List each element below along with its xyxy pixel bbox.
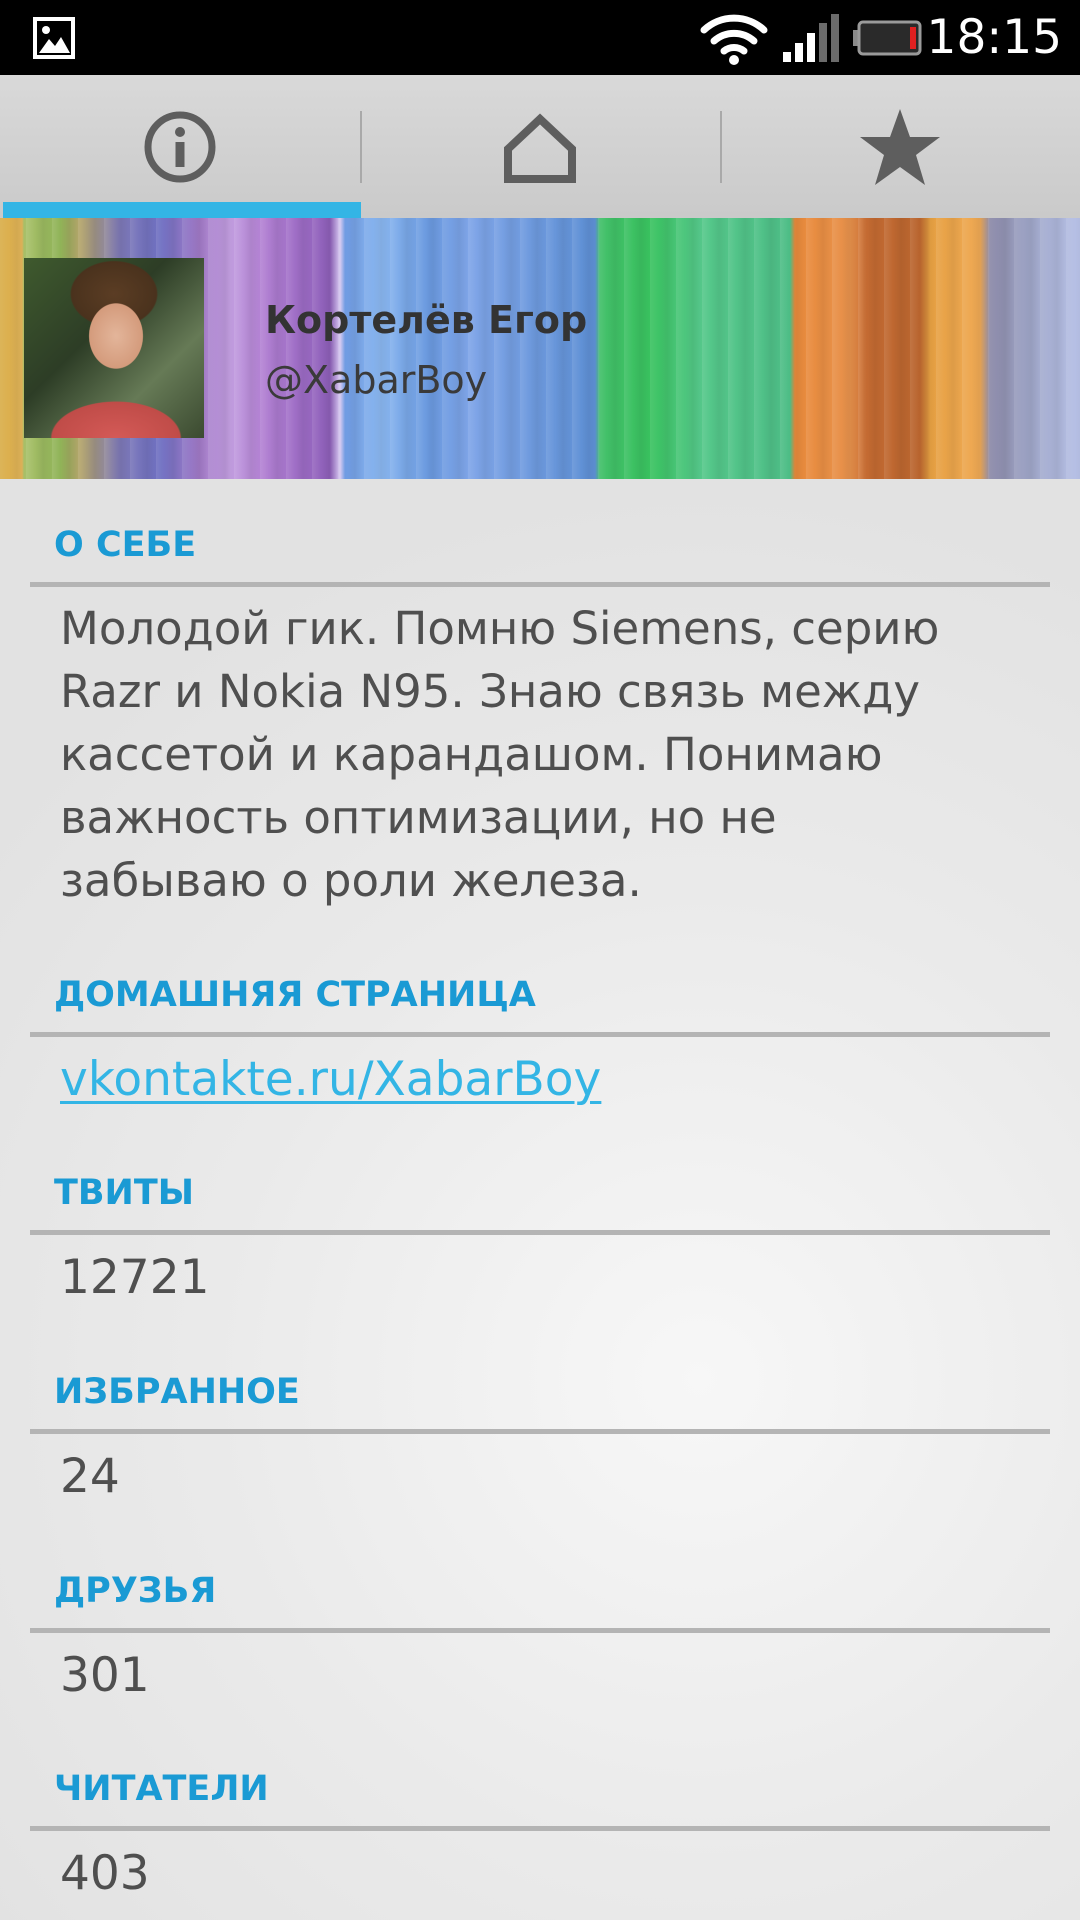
about-divider [30,582,1050,587]
about-text: Молодой гик. Помню Siemens, серию Razr и… [60,597,1035,912]
battery-icon [853,20,922,56]
home-icon [504,113,576,183]
wifi-icon [700,14,768,65]
avatar[interactable] [24,258,204,438]
tab-home[interactable] [360,75,720,218]
about-line: Razr и Nokia N95. Знаю связь между [60,665,921,718]
friends-divider [30,1628,1050,1633]
tweets-count[interactable]: 12721 [60,1246,1035,1309]
star-icon [860,108,940,185]
about-line: забываю о роли железа. [60,854,642,907]
profile-handle: @XabarBoy [265,358,488,402]
status-bar: 18:15 [0,0,1080,75]
homepage-header: ДОМАШНЯЯ СТРАНИЦА [54,975,536,1015]
selected-tab-indicator [3,202,361,218]
tweets-divider [30,1230,1050,1235]
tab-info[interactable] [0,75,360,218]
followers-divider [30,1826,1050,1831]
homepage-link[interactable]: vkontakte.ru/XabarBoy [60,1048,601,1111]
tab-favorites[interactable] [720,75,1080,218]
friends-header: ДРУЗЬЯ [54,1571,217,1611]
followers-header: ЧИТАТЕЛИ [54,1769,269,1809]
image-notification-icon [33,17,75,59]
tab-bar [0,75,1080,218]
followers-count[interactable]: 403 [60,1842,1035,1905]
favorites-divider [30,1429,1050,1434]
about-header: О СЕБЕ [54,525,197,565]
tweets-header: ТВИТЫ [54,1173,194,1213]
friends-count[interactable]: 301 [60,1644,1035,1707]
profile-name: Кортелёв Егор [265,298,588,342]
clock: 18:15 [926,10,1062,65]
homepage-divider [30,1032,1050,1037]
profile-details: О СЕБЕ Молодой гик. Помню Siemens, серию… [0,479,1080,1920]
favorites-header: ИЗБРАННОЕ [54,1372,300,1412]
favorites-count[interactable]: 24 [60,1445,1035,1508]
info-icon [144,111,216,182]
about-line: Молодой гик. Помню Siemens, серию [60,602,940,655]
signal-icon [783,14,839,62]
about-line: кассетой и карандашом. Понимаю [60,728,883,781]
profile-banner: Кортелёв Егор @XabarBoy [0,218,1080,479]
about-line: важность оптимизации, но не [60,791,777,844]
